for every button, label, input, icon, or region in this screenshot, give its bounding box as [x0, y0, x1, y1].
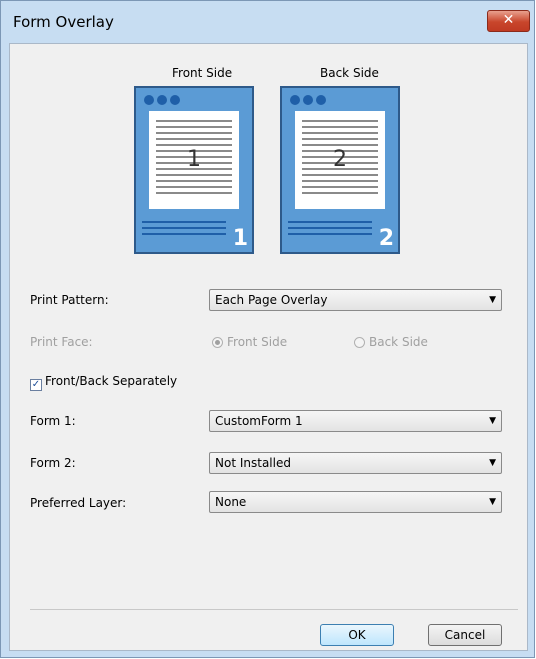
back-side-label: Back Side	[320, 66, 379, 80]
overlay-sheet: 1	[149, 111, 239, 209]
preview-dot	[290, 95, 300, 105]
front-side-label: Front Side	[172, 66, 233, 80]
text-line	[156, 120, 232, 122]
chevron-down-icon: ▼	[489, 295, 496, 305]
front-side-preview: 1 1	[134, 86, 254, 254]
text-line	[302, 186, 378, 188]
text-line	[302, 138, 378, 140]
text-line	[156, 132, 232, 134]
print-face-label: Print Face:	[30, 335, 93, 349]
footer-line	[142, 227, 226, 229]
preview-dot	[303, 95, 313, 105]
back-corner-number: 2	[378, 226, 394, 251]
preferred-layer-value: None	[215, 495, 247, 509]
print-face-front-label: Front Side	[227, 335, 288, 349]
text-line	[156, 126, 232, 128]
checkmark-icon: ✓	[30, 379, 42, 391]
text-line	[156, 186, 232, 188]
close-button[interactable]: ✕	[487, 10, 530, 32]
cancel-button[interactable]: Cancel	[428, 624, 502, 646]
form2-value: Not Installed	[215, 456, 291, 470]
dialog-body: Front Side Back Side 1 1 2 2 Print Patte…	[9, 43, 528, 651]
text-line	[302, 144, 378, 146]
footer-line	[288, 227, 372, 229]
form1-value: CustomForm 1	[215, 414, 303, 428]
footer-line	[288, 233, 372, 235]
radio-selected-icon	[212, 337, 223, 348]
print-face-back-label: Back Side	[369, 335, 428, 349]
front-corner-number: 1	[232, 226, 248, 251]
overlay-sheet: 2	[295, 111, 385, 209]
close-icon: ✕	[502, 12, 515, 28]
text-line	[302, 132, 378, 134]
chevron-down-icon: ▼	[489, 497, 496, 507]
text-line	[302, 126, 378, 128]
text-line	[302, 120, 378, 122]
title-bar: Form Overlay ✕	[1, 1, 534, 43]
preview-dot	[144, 95, 154, 105]
front-back-separately-checkbox[interactable]: ✓ Front/Back Separately	[30, 374, 177, 391]
text-line	[302, 192, 378, 194]
form-overlay-dialog: Form Overlay ✕ Front Side Back Side 1 1 …	[0, 0, 535, 658]
print-face-back-radio[interactable]: Back Side	[354, 335, 428, 349]
radio-unselected-icon	[354, 337, 365, 348]
chevron-down-icon: ▼	[489, 416, 496, 426]
footer-line	[142, 233, 226, 235]
print-pattern-select[interactable]: Each Page Overlay ▼	[209, 289, 502, 311]
preview-dot	[157, 95, 167, 105]
print-pattern-value: Each Page Overlay	[215, 293, 328, 307]
ok-button[interactable]: OK	[320, 624, 394, 646]
preferred-layer-select[interactable]: None ▼	[209, 491, 502, 513]
footer-separator	[30, 609, 518, 610]
preferred-layer-label: Preferred Layer:	[30, 496, 127, 510]
text-line	[156, 174, 232, 176]
chevron-down-icon: ▼	[489, 458, 496, 468]
text-line	[156, 180, 232, 182]
window-title: Form Overlay	[13, 13, 114, 31]
front-back-separately-label: Front/Back Separately	[45, 374, 178, 388]
front-page-number: 1	[187, 147, 201, 172]
form1-select[interactable]: CustomForm 1 ▼	[209, 410, 502, 432]
back-side-preview: 2 2	[280, 86, 400, 254]
preview-dot	[170, 95, 180, 105]
form2-select[interactable]: Not Installed ▼	[209, 452, 502, 474]
footer-line	[288, 221, 372, 223]
text-line	[156, 192, 232, 194]
form2-label: Form 2:	[30, 456, 76, 470]
preview-dot	[316, 95, 326, 105]
footer-line	[142, 221, 226, 223]
text-line	[156, 138, 232, 140]
back-page-number: 2	[333, 147, 347, 172]
print-pattern-label: Print Pattern:	[30, 293, 109, 307]
form1-label: Form 1:	[30, 414, 76, 428]
text-line	[302, 174, 378, 176]
text-line	[302, 180, 378, 182]
print-face-front-radio[interactable]: Front Side	[212, 335, 287, 349]
text-line	[156, 144, 232, 146]
